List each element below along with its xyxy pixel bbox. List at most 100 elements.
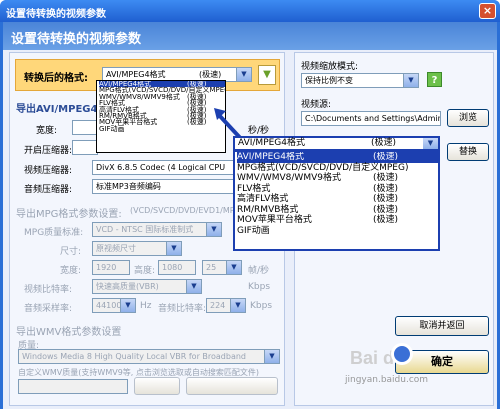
- format-select-zoomed-value: AVI/MPEG4格式: [238, 138, 306, 148]
- format-zoomed-option[interactable]: WMV/WMV8/WMV9格式 (极速): [237, 173, 438, 184]
- format-zoomed-option-label: 高清FLV格式: [237, 194, 289, 204]
- size-value: 原视频尺寸: [96, 244, 136, 253]
- audio-rate-value: 44100: [96, 301, 122, 310]
- chevron-down-icon[interactable]: ▼: [206, 223, 221, 236]
- wmv-section-title: 导出WMV格式参数设置: [16, 327, 122, 338]
- format-select-value: AVI/MPEG4格式: [106, 70, 166, 79]
- watermark-path-value: C:\Documents and Settings\Admini: [305, 114, 441, 123]
- format-dropdown-list-small: AVI/MPEG4格式 (极速) MPG格式(VCD/SVCD/DVD/自定义MPE…: [96, 80, 226, 153]
- wmv-quality-value: Windows Media 8 High Quality Local VBR f…: [22, 352, 247, 361]
- mpg-quality-value: VCD - NTSC 国际标准制式: [96, 225, 194, 234]
- video-codec-label: 视频压缩器:: [24, 166, 73, 176]
- format-zoomed-option[interactable]: 高清FLV格式 (极速): [237, 194, 438, 205]
- format-zoomed-option-label: RM/RMVB格式: [237, 204, 299, 215]
- dialog-header: 设置待转换的视频参数: [3, 22, 497, 50]
- watermark-path-input[interactable]: C:\Documents and Settings\Admini: [301, 111, 441, 126]
- audio-bitrate-unit: Kbps: [250, 301, 273, 311]
- width-label: 宽度:: [36, 126, 58, 136]
- format-zoomed-option-label: FLV格式: [237, 183, 271, 194]
- format-zoomed-option-label: MOV苹果平台格式: [237, 215, 312, 225]
- video-codec-value: DivX 6.8.5 Codec (4 Logical CPU: [96, 163, 226, 172]
- close-button[interactable]: ×: [479, 3, 496, 19]
- chevron-down-icon[interactable]: ▼: [403, 74, 418, 87]
- format-zoomed-option-tag: (极速): [373, 183, 399, 194]
- chevron-down-icon[interactable]: ▼: [226, 261, 241, 274]
- avi-section-title: 导出AVI/MPEG4格: [16, 104, 108, 115]
- format-zoomed-option-tag: (极速): [373, 204, 399, 215]
- watermark-url: jingyan.baidu.com: [345, 375, 429, 385]
- format-small-option[interactable]: GIF动画: [99, 124, 225, 133]
- mpg-height-input[interactable]: 1080: [158, 260, 196, 275]
- chevron-down-icon[interactable]: ▼: [120, 299, 135, 312]
- fps-select[interactable]: 25 ▼: [202, 260, 242, 275]
- format-zoomed-option[interactable]: RM/RMVB格式 (极速): [237, 205, 438, 216]
- audio-rate-select[interactable]: 44100 ▼: [92, 298, 136, 313]
- format-zoomed-option-tag: (极速): [373, 215, 399, 225]
- wmv-browse-button[interactable]: [134, 377, 180, 395]
- encoder-enable-label: 开启压缩器:: [24, 146, 73, 156]
- video-bitrate-label: 视频比特率:: [24, 285, 73, 295]
- chevron-down-icon[interactable]: ▼: [423, 138, 438, 149]
- chevron-down-icon[interactable]: ▼: [186, 280, 201, 293]
- window-title: 设置待转换的视频参数: [6, 9, 106, 20]
- chevron-down-icon[interactable]: ▼: [230, 299, 245, 312]
- wmv-quality-select[interactable]: Windows Media 8 High Quality Local VBR f…: [18, 349, 280, 364]
- format-zoomed-option[interactable]: FLV格式 (极速): [237, 184, 438, 195]
- wmv-auto-search-button[interactable]: [186, 377, 278, 395]
- chevron-down-icon[interactable]: ▼: [236, 68, 251, 81]
- format-zoomed-option-tag: (极速): [373, 173, 399, 183]
- scale-mode-label: 视频缩放模式:: [301, 62, 359, 72]
- mpg-width-value: 1920: [96, 263, 117, 272]
- audio-rate-unit: Hz: [140, 301, 152, 311]
- paw-logo-icon: [391, 343, 413, 365]
- scale-mode-value: 保持比例不变: [305, 76, 353, 85]
- video-codec-select[interactable]: DivX 6.8.5 Codec (4 Logical CPU ▼: [92, 160, 252, 175]
- format-zoomed-option[interactable]: AVI/MPEG4格式 (极速): [237, 152, 438, 163]
- format-dropdown-list-zoomed: AVI/MPEG4格式 (极速) MPG格式(VCD/SVCD/DVD/自定义MPE…: [233, 150, 440, 251]
- encoder-enable-select[interactable]: [72, 140, 98, 155]
- replace-button[interactable]: 替换: [447, 143, 489, 161]
- mpg-width-label: 宽度:: [60, 266, 82, 276]
- browse-button[interactable]: 浏览: [447, 109, 489, 127]
- width-input[interactable]: [72, 120, 98, 135]
- wmv-custom-input[interactable]: [18, 379, 128, 394]
- mpg-height-label: 高度:: [134, 266, 156, 276]
- format-zoomed-option-label: GIF动画: [237, 225, 270, 236]
- document-arrow-icon[interactable]: ▼: [258, 65, 276, 85]
- chevron-down-icon[interactable]: ▼: [166, 242, 181, 255]
- format-zoomed-option[interactable]: GIF动画: [237, 226, 438, 237]
- watermark-label: 视频源:: [301, 100, 332, 110]
- format-zoomed-option-tag: (极速): [373, 152, 399, 162]
- dialog-window: 设置待转换的视频参数 × 设置待转换的视频参数 转换后的格式: AVI/MPEG…: [0, 0, 500, 409]
- audio-bitrate-value: 224: [210, 301, 226, 310]
- mpg-quality-label: MPG质量标准:: [24, 228, 84, 238]
- audio-bitrate-label: 音频比特率:: [158, 304, 207, 314]
- audio-bitrate-select[interactable]: 224 ▼: [206, 298, 246, 313]
- format-select-zoomed[interactable]: AVI/MPEG4格式 (极速) ▼: [233, 136, 440, 151]
- cancel-return-button[interactable]: 取消并返回: [395, 316, 489, 336]
- format-zoomed-option-label: MPG格式(VCD/SVCD/DVD/自定义MPEG): [237, 162, 409, 173]
- format-small-option-label: GIF动画: [99, 124, 125, 133]
- fps-unit: 帧/秒: [248, 266, 270, 276]
- fps-unit-label: 秒/秒: [248, 126, 270, 136]
- audio-codec-select[interactable]: 标准MP3音频编码 ▼: [92, 179, 252, 194]
- mpg-section-title: 导出MPG格式参数设置:: [16, 209, 122, 220]
- video-bitrate-value: 快速高质量(VBR): [96, 282, 159, 291]
- format-label: 转换后的格式:: [24, 73, 88, 84]
- format-zoomed-option[interactable]: MOV苹果平台格式 (极速): [237, 215, 438, 226]
- scale-mode-select[interactable]: 保持比例不变 ▼: [301, 73, 419, 88]
- audio-rate-label: 音频采样率:: [24, 304, 73, 314]
- mpg-width-input[interactable]: 1920: [92, 260, 130, 275]
- size-select[interactable]: 原视频尺寸 ▼: [92, 241, 182, 256]
- fps-value: 25: [206, 263, 217, 272]
- audio-codec-label: 音频压缩器:: [24, 185, 73, 195]
- chevron-down-icon[interactable]: ▼: [264, 350, 279, 363]
- video-bitrate-select[interactable]: 快速高质量(VBR) ▼: [92, 279, 202, 294]
- video-bitrate-unit: Kbps: [248, 282, 271, 292]
- help-icon[interactable]: ?: [427, 72, 442, 87]
- audio-codec-value: 标准MP3音频编码: [96, 182, 161, 191]
- mpg-quality-select[interactable]: VCD - NTSC 国际标准制式 ▼: [92, 222, 222, 237]
- format-zoomed-option-label: WMV/WMV8/WMV9格式: [237, 173, 341, 183]
- mpg-height-value: 1080: [162, 263, 183, 272]
- format-zoomed-option[interactable]: MPG格式(VCD/SVCD/DVD/自定义MPEG): [237, 163, 438, 174]
